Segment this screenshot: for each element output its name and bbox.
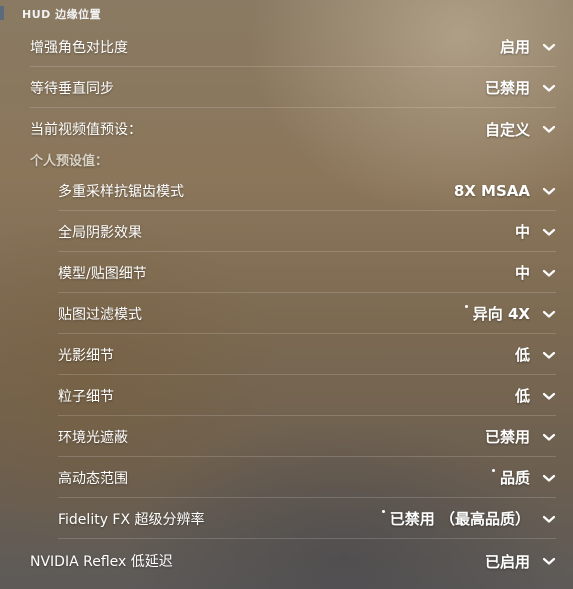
setting-dropdown[interactable]: 8X MSAA: [454, 182, 556, 200]
setting-row-model-texture-detail[interactable]: 模型/贴图细节 中: [58, 253, 556, 293]
setting-row-character-contrast[interactable]: 增强角色对比度 启用: [30, 27, 556, 67]
setting-label: 当前视频值预设：: [30, 122, 142, 138]
setting-value: 已启用: [484, 552, 530, 571]
setting-row-shader-detail[interactable]: 光影细节 低: [58, 335, 556, 375]
chevron-down-icon: [542, 474, 556, 482]
setting-label: NVIDIA Reflex 低延迟: [30, 554, 173, 570]
setting-label: 贴图过滤模式: [58, 306, 142, 323]
setting-label: 高动态范围: [58, 470, 128, 487]
setting-label: 多重采样抗锯齿模式: [58, 183, 184, 200]
setting-dropdown[interactable]: 已启用: [485, 551, 556, 572]
setting-value: 8X MSAA: [453, 181, 530, 200]
setting-label: 全局阴影效果: [58, 224, 142, 241]
setting-value: 异向 4X: [472, 305, 530, 323]
changed-indicator-dot: [491, 469, 495, 472]
setting-value: 已禁用 （最高品质）: [389, 510, 530, 528]
setting-row-ambient-occlusion[interactable]: 环境光遮蔽 已禁用: [58, 417, 556, 457]
setting-dropdown[interactable]: 品质: [491, 467, 556, 488]
setting-row-fidelity-fx[interactable]: Fidelity FX 超级分辨率 已禁用 （最高品质）: [58, 499, 556, 539]
setting-label: 光影细节: [58, 347, 114, 364]
chevron-down-icon: [542, 228, 556, 236]
setting-dropdown[interactable]: 自定义: [485, 119, 556, 140]
changed-indicator-dot: [381, 510, 385, 513]
setting-row-global-shadow[interactable]: 全局阴影效果 中: [58, 212, 556, 252]
chevron-down-icon: [542, 515, 556, 523]
chevron-down-icon: [542, 433, 556, 441]
setting-value: 品质: [499, 469, 530, 487]
chevron-down-icon: [542, 269, 556, 277]
chevron-down-icon: [542, 125, 556, 133]
changed-indicator-dot: [464, 305, 468, 308]
setting-label: 模型/贴图细节: [58, 265, 147, 282]
video-settings-panel: HUD 边缘位置 增强角色对比度 启用 等待垂直同步 已禁用 当前视频值预设： …: [0, 0, 573, 589]
chevron-down-icon: [542, 310, 556, 318]
setting-value: 低: [514, 387, 530, 405]
setting-dropdown[interactable]: 已禁用 （最高品质）: [381, 508, 556, 529]
setting-dropdown[interactable]: 异向 4X: [464, 303, 556, 324]
chevron-down-icon: [542, 43, 556, 51]
setting-dropdown[interactable]: 低: [515, 385, 556, 406]
setting-value: 自定义: [484, 120, 530, 139]
setting-value: 中: [514, 264, 530, 282]
chevron-down-icon: [542, 84, 556, 92]
setting-dropdown[interactable]: 中: [515, 262, 556, 283]
setting-row-msaa[interactable]: 多重采样抗锯齿模式 8X MSAA: [58, 171, 556, 211]
setting-dropdown[interactable]: 低: [515, 344, 556, 365]
setting-row-nvidia-reflex[interactable]: NVIDIA Reflex 低延迟 已启用: [30, 541, 556, 581]
setting-value: 中: [514, 223, 530, 241]
setting-dropdown[interactable]: 已禁用: [485, 77, 556, 98]
setting-value: 已禁用: [484, 79, 530, 97]
section-label: HUD 边缘位置: [22, 8, 102, 21]
setting-label: 等待垂直同步: [30, 80, 114, 97]
chevron-down-icon: [542, 351, 556, 359]
chevron-down-icon: [542, 557, 556, 565]
setting-row-hdr[interactable]: 高动态范围 品质: [58, 458, 556, 498]
setting-dropdown[interactable]: 启用: [500, 36, 556, 57]
chevron-down-icon: [542, 187, 556, 195]
personal-preset-header: 个人预设值：: [30, 154, 109, 169]
setting-dropdown[interactable]: 中: [515, 221, 556, 242]
setting-value: 低: [514, 346, 530, 364]
setting-label: 增强角色对比度: [30, 39, 128, 56]
section-marker: [0, 6, 4, 20]
setting-dropdown[interactable]: 已禁用: [485, 426, 556, 447]
setting-row-particle-detail[interactable]: 粒子细节 低: [58, 376, 556, 416]
setting-row-vsync[interactable]: 等待垂直同步 已禁用: [30, 68, 556, 108]
setting-row-texture-filtering[interactable]: 贴图过滤模式 异向 4X: [58, 294, 556, 334]
setting-value: 已禁用: [484, 428, 530, 446]
setting-row-video-preset[interactable]: 当前视频值预设： 自定义: [30, 109, 556, 149]
setting-label: Fidelity FX 超级分辨率: [58, 511, 205, 528]
setting-label: 粒子细节: [58, 388, 114, 405]
setting-label: 环境光遮蔽: [58, 429, 128, 446]
setting-value: 启用: [499, 38, 530, 56]
chevron-down-icon: [542, 392, 556, 400]
